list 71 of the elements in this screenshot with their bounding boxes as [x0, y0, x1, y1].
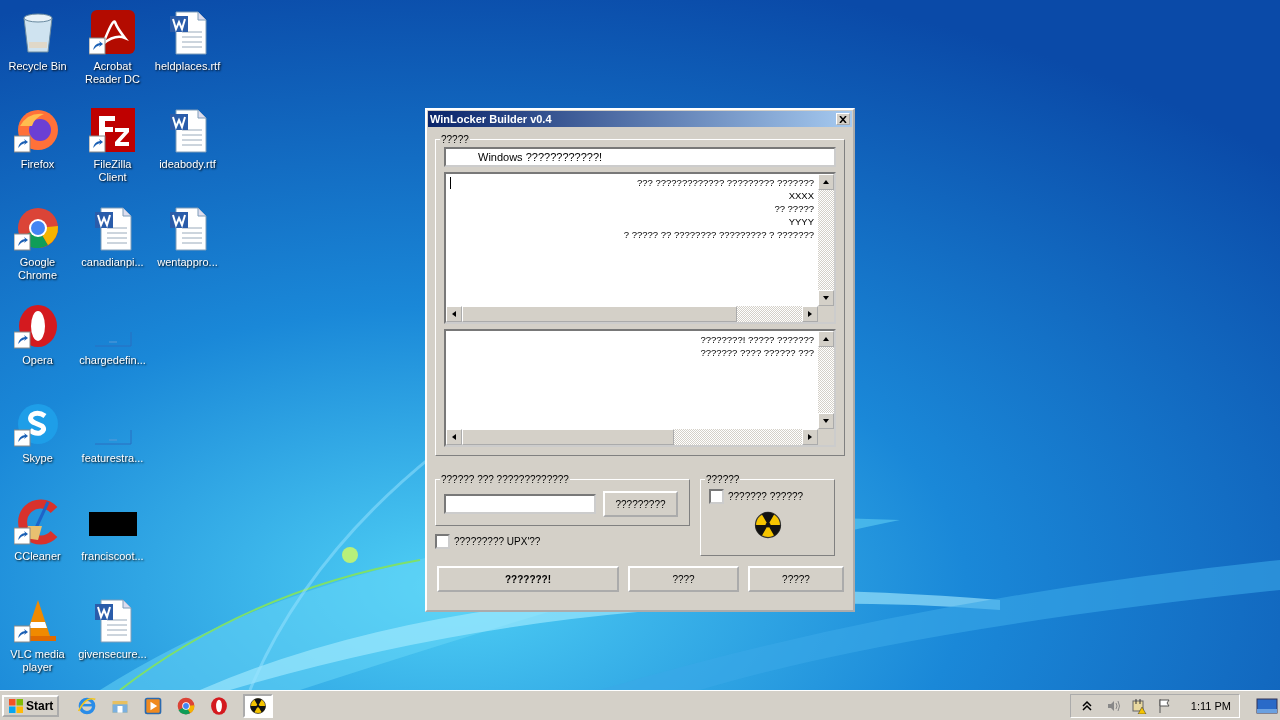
scroll-left-button[interactable]: [446, 429, 462, 445]
clock[interactable]: 1:11 PM: [1190, 699, 1231, 712]
opera-logo-icon[interactable]: [209, 695, 230, 716]
radiation-icon: [249, 696, 268, 715]
scrollbar-corner: [818, 429, 834, 445]
taskbar-button[interactable]: [243, 693, 274, 718]
icon-label[interactable]: canadianpi...: [81, 256, 144, 269]
group-label: ?????: [440, 134, 470, 145]
icon-label[interactable]: Acrobat Reader DC: [82, 60, 143, 86]
text-line: ????????! ????? ???????: [700, 333, 814, 346]
dialog-button[interactable]: ?????: [748, 566, 844, 592]
icon-label[interactable]: Google Chrome: [7, 256, 68, 282]
play-icon[interactable]: [143, 695, 164, 716]
text-line: ??????? ???? ?????? ???: [700, 346, 814, 359]
title-field[interactable]: Windows ????????????!: [444, 147, 836, 167]
text-area[interactable]: ??? ????????????? ????????? ??????? XXXX ?? ????? YYYY ? ????? ?? ???????? ????????? ? ???????: [444, 172, 836, 324]
icon-label[interactable]: Skype: [22, 452, 53, 465]
checkbox-label[interactable]: ????????? UPX'??: [454, 536, 541, 547]
flag-icon[interactable]: [1156, 697, 1173, 714]
checkbox[interactable]: [709, 489, 724, 504]
close-button[interactable]: [836, 113, 850, 125]
icon-label[interactable]: Recycle Bin: [8, 60, 67, 73]
dialog-button[interactable]: ???????!: [437, 566, 619, 592]
chrome-logo-icon[interactable]: [176, 695, 197, 716]
caret-right-icon: [806, 310, 814, 318]
scroll-up-button[interactable]: [818, 174, 834, 190]
icon-label[interactable]: wentappro...: [157, 256, 218, 269]
icon-label[interactable]: ideabody.rtf: [159, 158, 216, 171]
show-desktop-icon[interactable]: [1256, 697, 1278, 714]
caret-left-icon: [450, 433, 458, 441]
radiation-icon: [752, 510, 783, 540]
checkbox[interactable]: [435, 534, 450, 549]
text-area[interactable]: ????????! ????? ??????? ??????? ???? ?????? ???: [444, 329, 836, 447]
dialog-button[interactable]: ????: [628, 566, 739, 592]
scroll-left-button[interactable]: [446, 306, 462, 322]
text-line: XXXX: [788, 189, 814, 202]
group-label: ?????? ??? ?????????????: [440, 474, 570, 485]
caret-up-icon: [822, 335, 830, 343]
acrobat-logo-icon[interactable]: [88, 8, 137, 56]
scroll-right-button[interactable]: [802, 429, 818, 445]
text-line: ? ????? ?? ???????? ????????? ? ???????: [623, 228, 814, 241]
icon-label[interactable]: Opera: [22, 354, 53, 367]
scroll-down-button[interactable]: [818, 413, 834, 429]
icon-label[interactable]: Firefox: [20, 158, 55, 171]
caret-right-icon: [806, 433, 814, 441]
scrollbar-corner: [818, 306, 834, 322]
text-line: ?? ?????: [774, 202, 814, 215]
scroll-thumb[interactable]: [462, 429, 674, 445]
fz-logo-icon[interactable]: [88, 106, 137, 154]
caret-up-icon: [822, 178, 830, 186]
scroll-up-button[interactable]: [818, 331, 834, 347]
windows-logo-icon: [8, 697, 24, 714]
icon-label[interactable]: heldplaces.rtf: [154, 60, 221, 73]
caret-down-icon: [822, 294, 830, 302]
window-title: WinLocker Builder v0.4: [430, 113, 552, 125]
caret-left-icon: [450, 310, 458, 318]
scroll-down-button[interactable]: [818, 290, 834, 306]
scroll-thumb[interactable]: [462, 306, 737, 322]
input-field[interactable]: [444, 494, 596, 514]
group-label: ??????: [705, 474, 741, 485]
scroll-right-button[interactable]: [802, 306, 818, 322]
caret-down-icon: [822, 417, 830, 425]
checkbox-label[interactable]: ??????? ??????: [728, 491, 804, 502]
start-button[interactable]: Start: [2, 694, 60, 717]
text-line: YYYY: [788, 215, 814, 228]
icon-label[interactable]: FileZilla Client: [82, 158, 143, 184]
text-line: ??? ????????????? ????????? ???????: [637, 176, 814, 189]
network-warning-icon[interactable]: [1130, 697, 1147, 714]
text-cursor: [450, 177, 451, 189]
icon-label[interactable]: chargedefin...: [79, 354, 146, 367]
browse-button[interactable]: ?????????: [603, 491, 678, 517]
